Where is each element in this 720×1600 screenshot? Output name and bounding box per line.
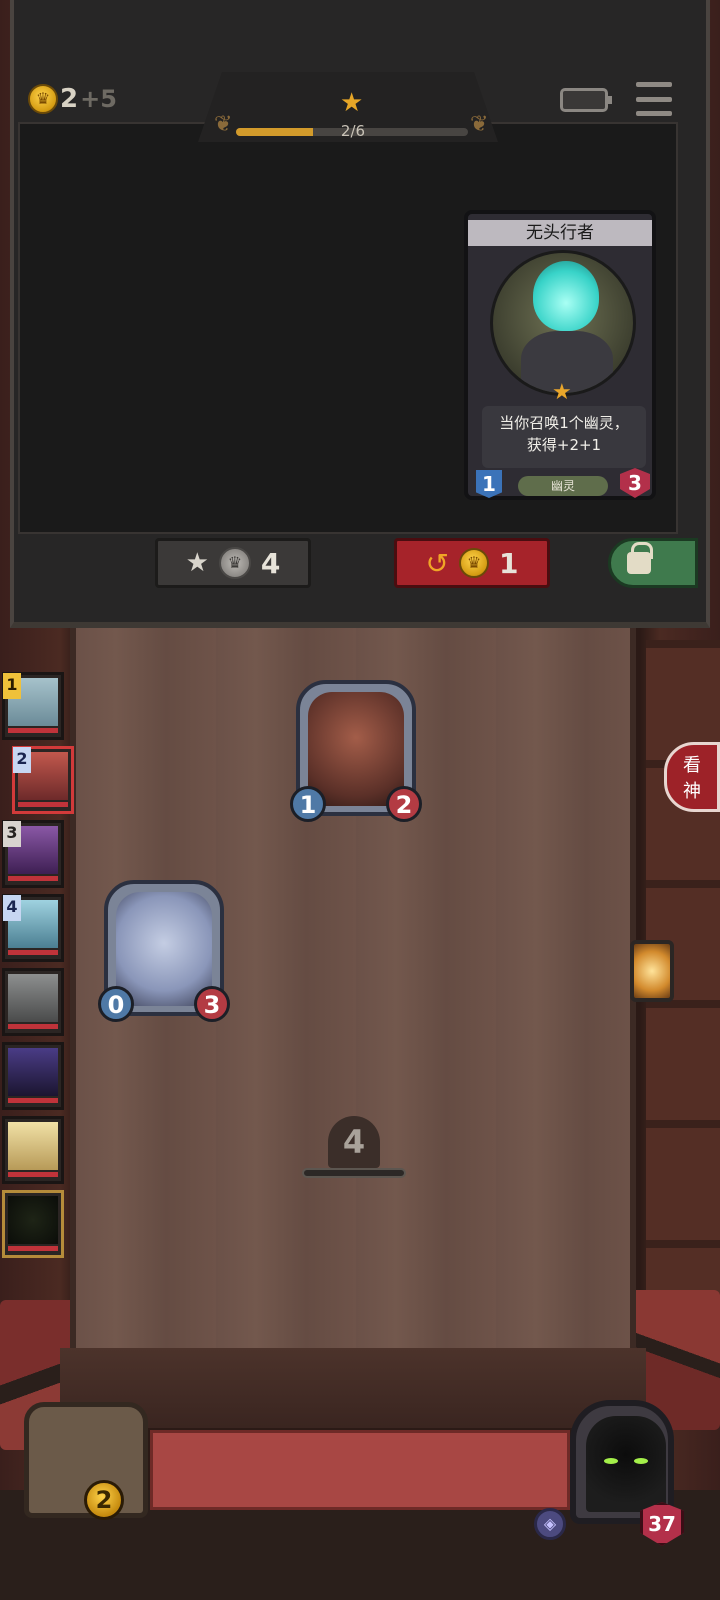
player-portrait [8, 1196, 58, 1244]
upgrade-star-icon: ★ [185, 548, 209, 578]
player-health-bar [8, 1098, 58, 1103]
shop-minion-card[interactable]: 无头行者 ★ 当你召唤1个幽灵， 获得+2+1 1 幽灵 3 [464, 210, 656, 500]
roster-player-6[interactable] [2, 1042, 64, 1110]
roster-player-2[interactable]: 2 [12, 746, 74, 814]
gold-display: ♛ 2 +5 [28, 84, 117, 114]
roster-player-4[interactable]: 4 [2, 894, 64, 962]
chest-coin-count: 2 [84, 1480, 124, 1520]
card-desc-line1: 当你召唤1个幽灵， [499, 414, 629, 432]
player-rank: 4 [3, 895, 21, 921]
gold-value: 2 [60, 84, 79, 114]
card-name: 无头行者 [468, 220, 652, 246]
player-health-bar [18, 802, 68, 807]
bearded-warrior-icon [308, 692, 404, 806]
lock-icon [627, 542, 653, 574]
lantern-light-icon [630, 940, 674, 1002]
turn-bar [302, 1168, 406, 1178]
player-health-bar [8, 876, 58, 881]
board-unit-gnome[interactable]: 0 3 [98, 880, 230, 1030]
tier-progress-text: 2/6 [340, 122, 366, 140]
roster-player-1[interactable]: 1 [2, 672, 64, 740]
player-health-bar [8, 1024, 58, 1029]
silver-coin-icon: ♛ [218, 547, 251, 579]
player-portrait [8, 1048, 58, 1096]
unit-health: 2 [386, 786, 422, 822]
hero-eye-icon [634, 1458, 648, 1464]
shadow-hero-icon [586, 1416, 666, 1512]
card-star-icon: ★ [552, 380, 572, 405]
crown-coin-icon: ♛ [28, 84, 58, 114]
player-health-bar [8, 950, 58, 955]
unit-health: 3 [194, 986, 230, 1022]
player-health-bar [8, 1246, 58, 1251]
player-roster: 1 2 3 4 [2, 672, 74, 1264]
side-button-line1: 看 [683, 755, 701, 776]
star-icon: ★ [340, 88, 364, 118]
tier-progress-fill [236, 128, 313, 136]
refresh-icon: ↺ [425, 546, 449, 580]
lock-shop-button[interactable] [608, 538, 698, 588]
menu-line-icon [636, 111, 672, 116]
player-portrait [8, 974, 58, 1022]
battery-icon [560, 88, 612, 112]
refresh-cost: 1 [498, 546, 519, 580]
hero-eye-icon [604, 1458, 618, 1464]
upgrade-cost: 4 [260, 546, 281, 580]
card-tribe: 幽灵 [518, 476, 608, 496]
refresh-shop-button[interactable]: ↺ ♛ 1 [394, 538, 550, 588]
player-rank: 1 [3, 673, 21, 699]
ornament-right-icon: ❦ [470, 112, 489, 137]
card-art-headless-walker [490, 250, 636, 396]
turn-number: 4 [328, 1116, 380, 1168]
roster-player-8[interactable] [2, 1190, 64, 1258]
card-attack: 1 [476, 470, 502, 498]
red-carpet [150, 1430, 570, 1510]
side-watch-button[interactable]: 看 神 [664, 742, 720, 812]
lantern-decoration [620, 920, 690, 1020]
side-button-line2: 神 [683, 781, 701, 802]
player-rank: 2 [13, 747, 31, 773]
unit-attack: 0 [98, 986, 134, 1022]
player-portrait [8, 1122, 58, 1170]
roster-player-7[interactable] [2, 1116, 64, 1184]
card-description: 当你召唤1个幽灵， 获得+2+1 [482, 406, 646, 468]
upgrade-tavern-button[interactable]: ★ ♛ 4 [155, 538, 311, 588]
player-health-bar [8, 1172, 58, 1177]
board-unit-warrior[interactable]: 1 2 [290, 680, 422, 830]
card-desc-line2: 获得+2+1 [526, 436, 602, 454]
gold-coin-icon: ♛ [458, 548, 489, 578]
unit-attack: 1 [290, 786, 326, 822]
gold-income: +5 [80, 85, 117, 113]
player-health-bar [8, 728, 58, 733]
ornament-left-icon: ❦ [214, 112, 233, 137]
game-screen: ♛ 2 +5 ★ ❦ ❦ 2/6 无头行者 ★ 当你召唤1个幽灵， 获得+2+1… [0, 0, 720, 1600]
card-health: 3 [620, 468, 650, 498]
menu-line-icon [636, 82, 672, 87]
roster-player-5[interactable] [2, 968, 64, 1036]
turn-counter: 4 [302, 1116, 406, 1186]
menu-button[interactable] [636, 82, 672, 116]
ghost-flame-icon [533, 261, 599, 331]
board-steps [60, 1348, 646, 1428]
grinning-gnome-icon [116, 892, 212, 1006]
player-rank: 3 [3, 821, 21, 847]
hero-power-shield-icon[interactable]: ◈ [534, 1508, 566, 1540]
roster-player-3[interactable]: 3 [2, 820, 64, 888]
menu-line-icon [636, 96, 672, 102]
